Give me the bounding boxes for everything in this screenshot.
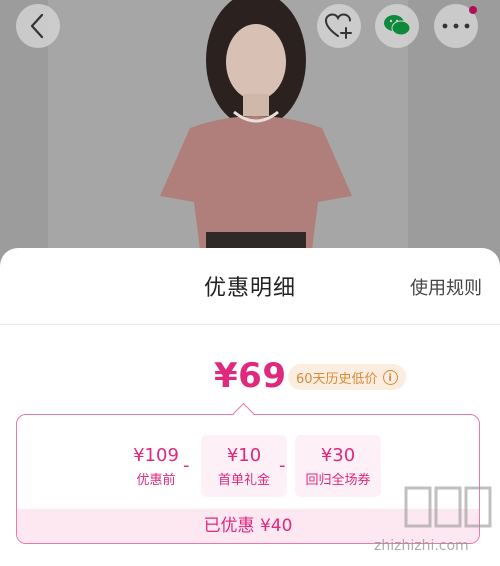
favorite-button[interactable] xyxy=(317,4,361,48)
return-coupon-label: 回归全场券 xyxy=(305,473,371,488)
first-order-bonus-label: 首单礼金 xyxy=(217,473,270,488)
minus-sign: - xyxy=(279,455,286,476)
first-order-bonus-tile: ¥10 首单礼金 xyxy=(201,435,287,497)
final-price: ¥69 xyxy=(214,356,287,396)
watermark-text: zhizhizhi.com xyxy=(374,538,469,554)
more-dots-icon xyxy=(442,23,470,29)
return-coupon-tile: ¥30 回归全场券 xyxy=(295,435,381,497)
history-low-label: 60天历史低价 xyxy=(296,371,378,387)
back-button[interactable] xyxy=(16,4,60,48)
product-image-area xyxy=(0,0,500,270)
chevron-left-icon xyxy=(30,13,44,39)
wechat-share-button[interactable] xyxy=(375,4,419,48)
usage-rules-link[interactable]: 使用规则 xyxy=(410,274,482,300)
heart-plus-icon xyxy=(324,13,352,39)
info-icon: i xyxy=(382,369,398,385)
first-order-bonus-amount: ¥10 xyxy=(226,445,262,466)
return-coupon-amount: ¥30 xyxy=(320,445,356,466)
notification-dot xyxy=(469,6,477,14)
divider xyxy=(0,324,500,325)
wechat-icon xyxy=(384,15,411,36)
minus-sign: - xyxy=(183,455,190,476)
product-photo xyxy=(0,0,500,270)
history-low-badge[interactable]: 60天历史低价 i xyxy=(288,364,406,390)
watermark-logo xyxy=(404,484,492,540)
